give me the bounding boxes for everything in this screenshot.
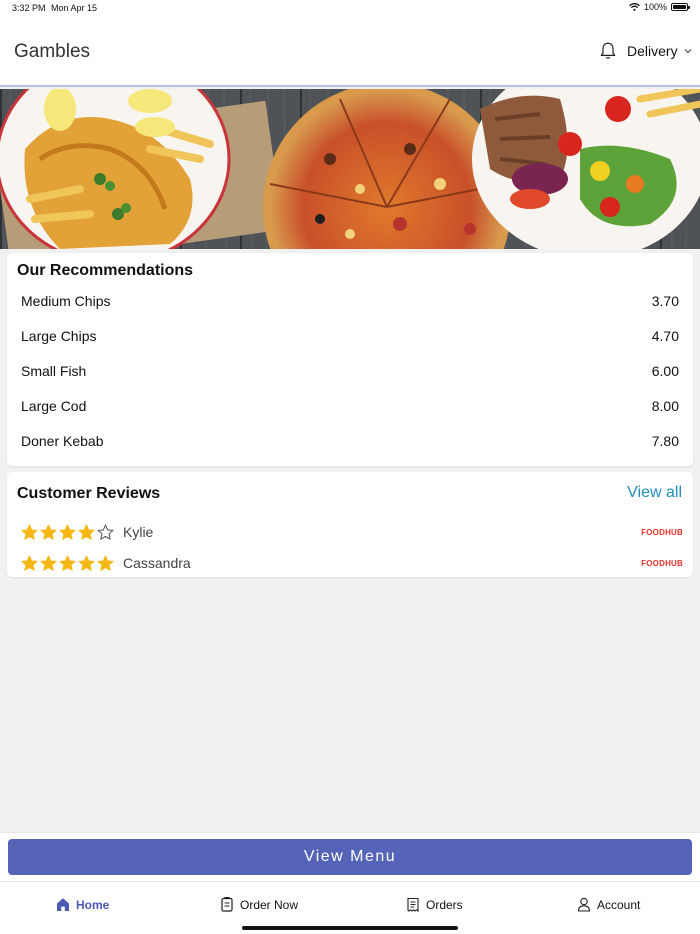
bottom-area: View Menu Home Order Now Orders Account — [0, 832, 700, 934]
status-time: 3:32 PM — [12, 3, 46, 13]
chevron-down-icon — [684, 49, 691, 54]
star-filled-icon — [21, 524, 38, 540]
order-icon — [221, 897, 233, 912]
reviewer-name: Cassandra — [123, 555, 191, 571]
review-item[interactable]: Kylie FOODHUB — [21, 521, 683, 543]
bell-icon[interactable] — [600, 42, 616, 60]
item-price: 3.70 — [651, 293, 679, 309]
item-name: Large Cod — [21, 398, 87, 414]
app-header: Gambles Delivery — [0, 17, 700, 87]
person-icon — [577, 897, 591, 912]
view-menu-button[interactable]: View Menu — [8, 839, 692, 875]
star-filled-icon — [21, 555, 38, 571]
item-name: Small Fish — [21, 363, 87, 379]
item-name: Large Chips — [21, 328, 97, 344]
reviews-title: Customer Reviews — [17, 485, 161, 502]
item-name: Doner Kebab — [21, 433, 104, 449]
item-price: 8.00 — [651, 398, 679, 414]
wifi-icon — [629, 3, 640, 11]
delivery-label: Delivery — [627, 43, 678, 59]
battery-icon — [671, 3, 690, 11]
item-name: Medium Chips — [21, 293, 111, 309]
status-date: Mon Apr 15 — [51, 3, 98, 13]
star-filled-icon — [78, 524, 95, 540]
reviews-card: Customer Reviews View all Kylie FOODHUB … — [7, 472, 693, 577]
tab-label: Order Now — [240, 897, 299, 912]
tab-bar: Home Order Now Orders Account — [0, 881, 700, 934]
recommendations-title: Our Recommendations — [17, 262, 194, 279]
star-empty-icon — [97, 524, 114, 540]
recommendation-item[interactable]: Large Cod 8.00 — [21, 395, 679, 417]
recommendation-item[interactable]: Doner Kebab 7.80 — [21, 430, 679, 452]
battery-percent: 100% — [643, 2, 667, 12]
reviewer-name: Kylie — [123, 524, 154, 540]
delivery-selector[interactable]: Delivery — [627, 43, 692, 59]
recommendations-card: Our Recommendations Medium Chips 3.70 La… — [7, 253, 693, 466]
tab-label: Account — [597, 897, 641, 912]
star-filled-icon — [40, 555, 57, 571]
foodhub-logo: FOODHUB — [641, 558, 683, 568]
star-filled-icon — [59, 524, 76, 540]
home-icon — [57, 898, 69, 911]
item-price: 7.80 — [651, 433, 679, 449]
star-filled-icon — [97, 555, 114, 571]
home-indicator — [242, 926, 458, 930]
tab-order-now[interactable]: Order Now — [220, 897, 298, 912]
tab-label: Home — [76, 897, 110, 912]
tab-label: Orders — [426, 897, 463, 912]
star-filled-icon — [59, 555, 76, 571]
star-rating — [21, 524, 114, 541]
tab-orders[interactable]: Orders — [406, 897, 463, 912]
foodhub-logo: FOODHUB — [641, 527, 683, 537]
food-banner-illustration — [0, 89, 700, 249]
view-all-link[interactable]: View all — [627, 484, 682, 502]
receipt-icon — [407, 897, 419, 912]
item-price: 4.70 — [651, 328, 679, 344]
tab-account[interactable]: Account — [577, 897, 640, 912]
star-rating — [21, 555, 114, 572]
item-price: 6.00 — [651, 363, 679, 379]
banner-image — [0, 89, 700, 249]
star-filled-icon — [40, 524, 57, 540]
star-filled-icon — [78, 555, 95, 571]
status-bar: 3:32 PM Mon Apr 15 100% — [0, 0, 700, 17]
review-item[interactable]: Cassandra FOODHUB — [21, 552, 683, 574]
recommendation-item[interactable]: Small Fish 6.00 — [21, 360, 679, 382]
recommendation-item[interactable]: Medium Chips 3.70 — [21, 290, 679, 312]
recommendation-item[interactable]: Large Chips 4.70 — [21, 325, 679, 347]
tab-home[interactable]: Home — [56, 897, 109, 912]
page-title: Gambles — [14, 41, 91, 62]
